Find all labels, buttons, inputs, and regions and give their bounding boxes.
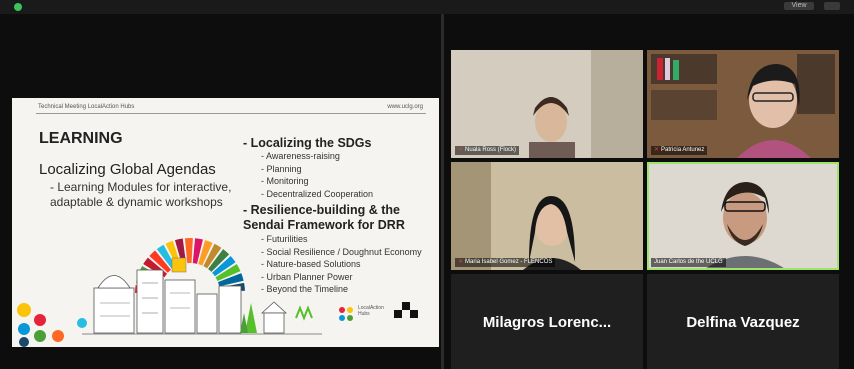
video-feed <box>451 162 643 270</box>
video-feed <box>647 162 839 270</box>
participant-display-name: Delfina Vazquez <box>686 314 800 331</box>
participant-name: Patricia Antunez <box>661 147 705 153</box>
participant-display-name: Milagros Lorenc... <box>482 314 612 331</box>
participant-tile-camera-off[interactable]: Milagros Lorenc... <box>451 274 643 369</box>
decor-dot <box>34 330 46 342</box>
participant-tile-camera-off[interactable]: Delfina Vazquez <box>647 274 839 369</box>
participant-tile-active-speaker[interactable]: Juan Carlos de the UCLG <box>647 162 839 270</box>
logo-text: LocalAction Hubs <box>358 305 384 317</box>
participant-tile[interactable]: ✕ Patricia Antunez <box>647 50 839 158</box>
pane-divider[interactable] <box>441 14 444 369</box>
view-button[interactable]: View <box>784 2 814 10</box>
building-accent <box>171 257 187 273</box>
participant-name: Nuala Ross (Flock) <box>465 147 517 153</box>
participant-name-label: Juan Carlos de the UCLG <box>651 258 726 267</box>
muted-mic-icon: ✕ <box>458 147 464 153</box>
presentation-slide: Technical Meeting LocalAction Hubs www.u… <box>12 98 439 347</box>
participant-name-label: ✕ Patricia Antunez <box>651 146 708 155</box>
decor-dot <box>19 337 29 347</box>
logo-text-line2: Hubs <box>358 311 370 317</box>
decor-dot <box>18 323 30 335</box>
participant-name: Juan Carlos de the UCLG <box>654 259 723 265</box>
participant-name-label: ✕ Maria Isabel Gomez - FLENCOS <box>455 258 556 267</box>
participant-name-label: ✕ Nuala Ross (Flock) <box>455 146 520 155</box>
video-feed <box>451 50 643 158</box>
top-bar: View <box>0 0 854 14</box>
decor-dot <box>52 330 64 342</box>
muted-mic-icon: ✕ <box>654 147 660 153</box>
decor-dot <box>34 314 46 326</box>
decor-dot <box>77 318 87 328</box>
fullscreen-button[interactable] <box>824 2 840 10</box>
participant-tile[interactable]: ✕ Maria Isabel Gomez - FLENCOS <box>451 162 643 270</box>
decor-dot <box>17 303 31 317</box>
city-buildings <box>93 269 288 334</box>
plant-icon <box>295 305 313 321</box>
localaction-hubs-logo <box>339 307 353 321</box>
participant-name: Maria Isabel Gomez - FLENCOS <box>465 259 553 265</box>
security-status-icon[interactable] <box>14 3 22 11</box>
video-feed <box>647 50 839 158</box>
participant-tile[interactable]: ✕ Nuala Ross (Flock) <box>451 50 643 158</box>
uclg-logo <box>394 302 418 318</box>
muted-mic-icon: ✕ <box>458 259 464 265</box>
shared-screen: Technical Meeting LocalAction Hubs www.u… <box>8 14 441 369</box>
